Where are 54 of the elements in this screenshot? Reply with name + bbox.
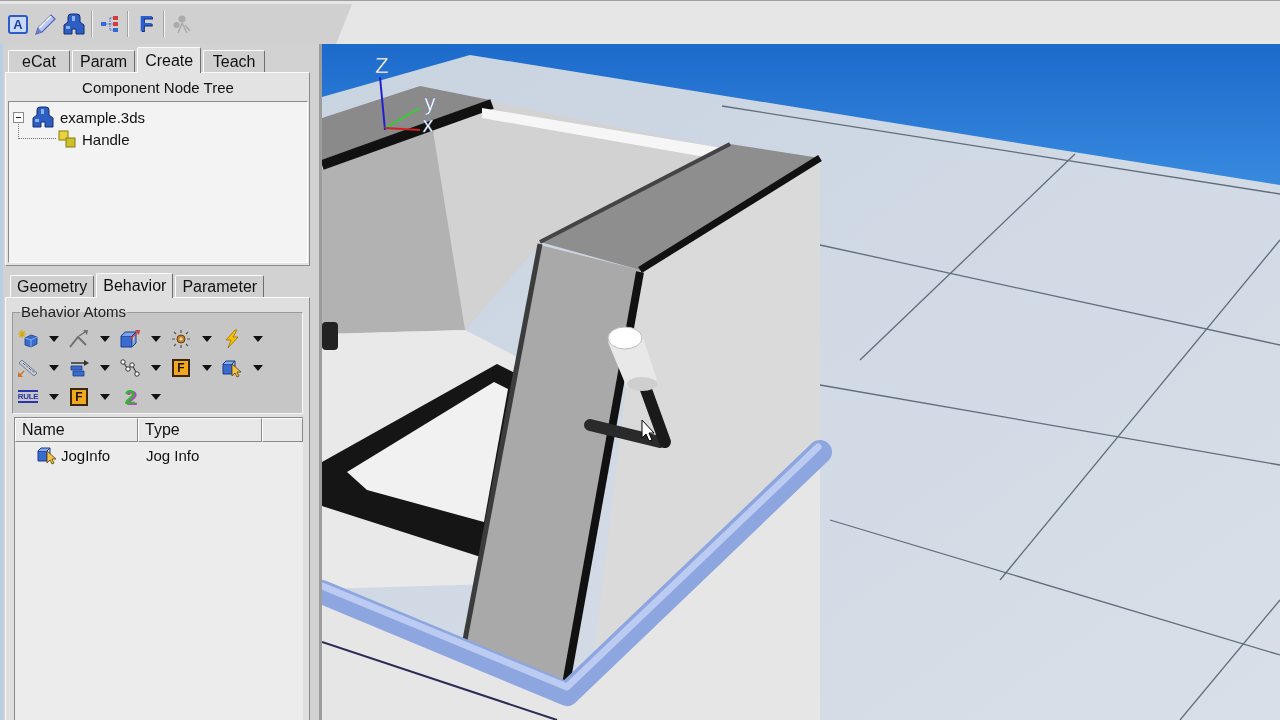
axis-gizmo — [379, 76, 421, 131]
burst-icon — [171, 329, 191, 348]
tree-item[interactable]: Handle — [82, 130, 130, 148]
group-title: Behavior Atoms — [20, 303, 128, 321]
atom-button[interactable]: F — [171, 355, 212, 380]
tab[interactable]: Geometry — [10, 275, 95, 297]
toolbar-button[interactable]: F — [134, 10, 158, 38]
tab[interactable]: Param — [72, 50, 136, 72]
bent-arrow-icon — [69, 329, 89, 348]
tab[interactable]: Behavior — [96, 273, 174, 298]
figure-icon — [63, 13, 85, 35]
squares-icon — [58, 130, 76, 148]
caret-icon — [100, 364, 110, 371]
tab[interactable]: eCat — [8, 50, 70, 72]
hierarchy-icon — [101, 16, 119, 32]
figure-icon — [32, 106, 54, 128]
caret-icon — [253, 364, 263, 371]
node-path-icon — [120, 358, 140, 377]
cube-pointer-icon — [222, 358, 242, 377]
caret-icon — [49, 393, 59, 400]
axis-label: Z — [375, 53, 389, 78]
stacked-boxes-icon — [69, 358, 89, 377]
atom-button[interactable]: F — [69, 384, 110, 409]
tree-item[interactable]: example.3ds — [60, 108, 146, 126]
expander-icon[interactable] — [13, 111, 24, 123]
tab[interactable]: Create — [137, 47, 202, 73]
caret-icon — [253, 335, 263, 342]
caret-icon — [151, 393, 161, 400]
table-cell[interactable]: JogInfo — [61, 446, 111, 464]
caret-icon — [202, 364, 212, 371]
atom-button[interactable]: RULE — [18, 384, 59, 409]
mouse-cursor-icon — [641, 419, 655, 442]
caret-icon — [151, 335, 161, 342]
toolbar-button[interactable] — [62, 10, 86, 38]
panel-title: Component Node Tree — [81, 78, 235, 98]
ruler-icon — [18, 358, 38, 377]
caret-icon — [202, 335, 212, 342]
lightning-icon — [222, 329, 242, 348]
caret-icon — [49, 364, 59, 371]
cube-sparkle-icon — [18, 329, 38, 348]
tab[interactable]: Teach — [203, 50, 266, 72]
pencil-icon — [35, 13, 57, 35]
caret-icon — [151, 364, 161, 371]
tab[interactable]: Parameter — [175, 275, 265, 297]
cube-pointer-icon — [37, 446, 57, 464]
column-header[interactable]: Type — [138, 418, 262, 442]
atom-button[interactable] — [222, 326, 263, 351]
caret-icon — [100, 393, 110, 400]
people-icon — [172, 15, 192, 33]
caret-icon — [100, 335, 110, 342]
caret-icon — [49, 335, 59, 342]
table-cell: Jog Info — [146, 446, 200, 464]
box-arrow-icon — [120, 329, 140, 348]
column-header[interactable]: Name — [15, 418, 138, 442]
